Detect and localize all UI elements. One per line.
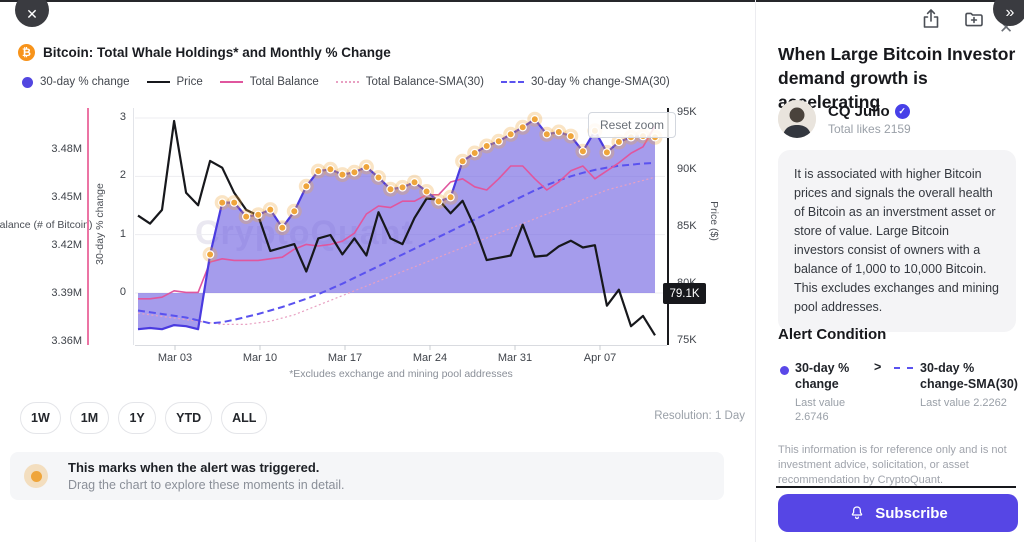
alert-marker xyxy=(579,148,586,155)
alert-marker xyxy=(399,184,406,191)
last-price-badge: 79.1K xyxy=(663,283,706,304)
condition-right-last-value: Last value 2.2262 xyxy=(920,396,1022,411)
subscribe-label: Subscribe xyxy=(875,505,948,522)
bell-icon xyxy=(848,504,866,522)
price-axis-spine xyxy=(667,108,669,345)
alert-marker xyxy=(507,131,514,138)
alert-marker xyxy=(327,166,334,173)
avatar-person-icon xyxy=(778,100,816,138)
alert-marker xyxy=(255,211,262,218)
author-name: CQ Julio xyxy=(828,103,890,120)
alert-description: It is associated with higher Bitcoin pri… xyxy=(778,150,1016,332)
verified-badge-icon: ✓ xyxy=(895,104,910,119)
alert-marker xyxy=(543,131,550,138)
range-ytd-button[interactable]: YTD xyxy=(165,402,212,434)
add-to-folder-button[interactable] xyxy=(961,6,987,32)
alert-marker xyxy=(483,142,490,149)
alert-marker xyxy=(435,198,442,205)
alert-marker xyxy=(267,206,274,213)
alert-marker xyxy=(603,149,610,156)
alert-marker xyxy=(423,188,430,195)
double-chevron-right-icon: » xyxy=(1006,0,1015,22)
alert-marker xyxy=(387,186,394,193)
alert-marker xyxy=(555,128,562,135)
condition-operator: > xyxy=(874,360,881,374)
alert-condition-heading: Alert Condition xyxy=(778,326,886,343)
condition-left: 30-day % change Last value 2.6746 xyxy=(795,360,863,425)
alert-marker xyxy=(531,116,538,123)
chart-canvas[interactable] xyxy=(0,0,760,400)
collapse-panel-button[interactable]: » xyxy=(993,0,1024,26)
sma-dashed-line-icon xyxy=(894,367,913,369)
author-likes: Total likes 2159 xyxy=(828,122,911,136)
alert-marker xyxy=(471,149,478,156)
alert-marker xyxy=(447,194,454,201)
alert-marker-icon xyxy=(24,464,48,488)
alert-marker xyxy=(567,133,574,140)
resolution-label: Resolution: 1 Day xyxy=(590,410,745,422)
alert-marker xyxy=(339,171,346,178)
alert-marker xyxy=(519,124,526,131)
alert-marker xyxy=(615,138,622,145)
range-1w-button[interactable]: 1W xyxy=(20,402,61,434)
alert-marker-core xyxy=(31,471,42,482)
alert-note-title: This marks when the alert was triggered. xyxy=(68,460,319,475)
alert-marker xyxy=(231,199,238,206)
condition-left-last-value: Last value 2.6746 xyxy=(795,396,863,426)
alert-marker xyxy=(411,179,418,186)
range-selector: 1W 1M 1Y YTD ALL xyxy=(20,402,267,434)
alert-marker xyxy=(459,158,466,165)
disclaimer-text: This information is for reference only a… xyxy=(778,443,1016,487)
alert-marker xyxy=(351,169,358,176)
range-all-button[interactable]: ALL xyxy=(221,402,267,434)
alert-marker xyxy=(207,251,214,258)
alert-marker xyxy=(291,208,298,215)
balance-axis-spine xyxy=(87,108,89,345)
condition-right-label: 30-day % change-SMA(30) xyxy=(920,360,1022,393)
condition-left-label: 30-day % change xyxy=(795,360,863,393)
subscribe-button[interactable]: Subscribe xyxy=(778,494,1018,532)
author-avatar[interactable] xyxy=(778,100,816,138)
alert-marker xyxy=(315,168,322,175)
footer-divider xyxy=(776,486,1016,488)
reset-zoom-button[interactable]: Reset zoom xyxy=(588,112,676,138)
alert-marker xyxy=(303,183,310,190)
alert-marker xyxy=(495,138,502,145)
author-name-row[interactable]: CQ Julio ✓ xyxy=(828,103,910,120)
alert-note-subtitle: Drag the chart to explore these moments … xyxy=(68,478,345,492)
plot-left-border xyxy=(133,108,134,345)
alert-marker xyxy=(243,213,250,220)
pct-change-dot-icon xyxy=(780,366,789,375)
alert-marker xyxy=(279,224,286,231)
share-button[interactable] xyxy=(918,6,944,32)
range-1y-button[interactable]: 1Y xyxy=(118,402,156,434)
folder-plus-icon xyxy=(962,7,986,31)
alert-marker xyxy=(219,199,226,206)
range-1m-button[interactable]: 1M xyxy=(70,402,109,434)
alert-marker xyxy=(375,174,382,181)
share-icon xyxy=(919,7,943,31)
alert-marker xyxy=(363,163,370,170)
condition-right: 30-day % change-SMA(30) Last value 2.226… xyxy=(920,360,1022,410)
